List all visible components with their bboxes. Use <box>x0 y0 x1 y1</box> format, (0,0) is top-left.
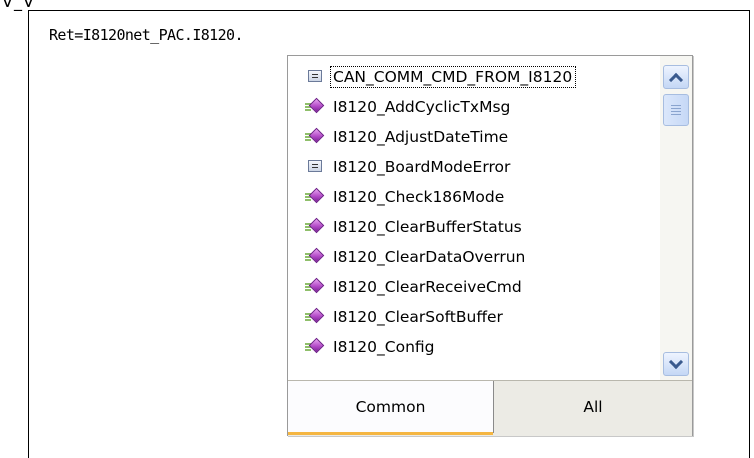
scroll-down-button[interactable] <box>663 352 689 376</box>
list-item[interactable]: I8120_BoardModeError <box>288 152 660 182</box>
method-icon <box>305 337 327 355</box>
chevron-down-icon <box>668 354 684 369</box>
scroll-up-button[interactable] <box>663 65 689 89</box>
list-item-label: I8120_ClearBufferStatus <box>333 218 522 236</box>
tab-common[interactable]: Common <box>288 381 494 435</box>
list-item-label: I8120_BoardModeError <box>333 158 511 176</box>
list-item-label: I8120_AddCyclicTxMsg <box>333 98 511 116</box>
vertical-scrollbar[interactable] <box>660 56 692 380</box>
code-line: Ret=I8120net_PAC.I8120. <box>49 26 244 44</box>
completion-list: CAN_COMM_CMD_FROM_I8120 I8120_AddCyclicT… <box>288 56 660 380</box>
chevron-up-icon <box>668 72 684 87</box>
struct-icon <box>305 69 327 85</box>
list-item-label: I8120_Config <box>333 338 435 356</box>
method-icon <box>305 247 327 265</box>
struct-icon <box>305 159 327 175</box>
list-item-label: I8120_Check186Mode <box>333 188 505 206</box>
list-item[interactable]: I8120_ClearBufferStatus <box>288 212 660 242</box>
list-item[interactable]: I8120_ClearDataOverrun <box>288 242 660 272</box>
list-item[interactable]: I8120_ClearSoftBuffer <box>288 302 660 332</box>
method-icon <box>305 277 327 295</box>
list-item[interactable]: I8120_AddCyclicTxMsg <box>288 92 660 122</box>
list-item-label: I8120_ClearReceiveCmd <box>333 278 522 296</box>
method-icon <box>305 187 327 205</box>
intellisense-popup: CAN_COMM_CMD_FROM_I8120 I8120_AddCyclicT… <box>287 55 693 436</box>
method-icon <box>305 127 327 145</box>
list-item[interactable]: I8120_Check186Mode <box>288 182 660 212</box>
method-icon <box>305 97 327 115</box>
list-item-label: I8120_AdjustDateTime <box>333 128 509 146</box>
list-item[interactable]: CAN_COMM_CMD_FROM_I8120 <box>288 62 660 92</box>
method-icon <box>305 217 327 235</box>
tab-all[interactable]: All <box>494 381 692 433</box>
list-item[interactable]: I8120_Config <box>288 332 660 362</box>
completion-tabs: Common All <box>288 380 692 436</box>
scrollbar-thumb[interactable] <box>663 94 689 126</box>
list-item[interactable]: I8120_AdjustDateTime <box>288 122 660 152</box>
method-icon <box>305 307 327 325</box>
list-item[interactable]: I8120_ClearReceiveCmd <box>288 272 660 302</box>
list-item-label: I8120_ClearSoftBuffer <box>333 308 503 326</box>
list-item-label: CAN_COMM_CMD_FROM_I8120 <box>329 66 577 88</box>
list-item-label: I8120_ClearDataOverrun <box>333 248 526 266</box>
